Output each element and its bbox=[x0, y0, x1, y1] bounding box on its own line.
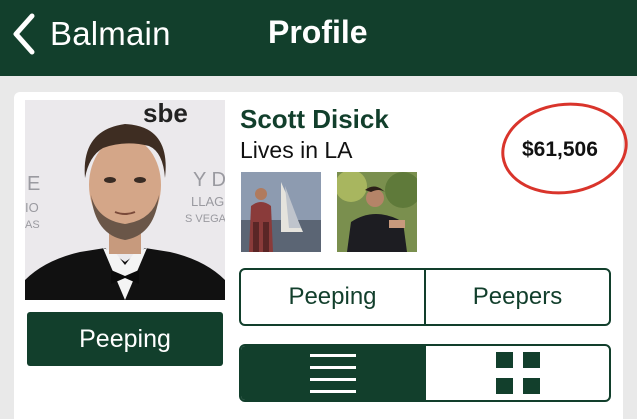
list-view-button[interactable] bbox=[241, 346, 424, 400]
back-button[interactable]: Balmain bbox=[10, 12, 171, 56]
profile-location: Lives in LA bbox=[240, 137, 353, 163]
photo-sign-text: sbe bbox=[143, 100, 188, 128]
gallery-thumbnail[interactable] bbox=[337, 172, 417, 252]
svg-text:E: E bbox=[27, 173, 40, 195]
svg-text:AS: AS bbox=[25, 219, 40, 231]
peeping-peepers-segmented-control: Peeping Peepers bbox=[239, 268, 611, 326]
list-icon bbox=[309, 354, 356, 393]
svg-text:LLAG: LLAG bbox=[191, 194, 224, 209]
svg-text:IO: IO bbox=[25, 200, 39, 215]
svg-text:Y D: Y D bbox=[193, 169, 225, 191]
back-button-label: Balmain bbox=[50, 15, 171, 52]
chevron-left-icon bbox=[13, 13, 35, 55]
gallery-thumbnail[interactable] bbox=[241, 172, 321, 252]
navigation-bar: Balmain Profile bbox=[0, 0, 637, 76]
grid-icon bbox=[495, 352, 540, 394]
grid-view-button[interactable] bbox=[424, 346, 609, 400]
tab-peepers[interactable]: Peepers bbox=[424, 270, 609, 324]
tab-peeping[interactable]: Peeping bbox=[241, 270, 424, 324]
page-title: Profile bbox=[268, 14, 368, 50]
svg-text:S VEGA: S VEGA bbox=[185, 213, 225, 225]
profile-photo: sbe E IO AS Y D LLAG S VEGA bbox=[25, 100, 225, 300]
peeping-follow-button[interactable]: Peeping bbox=[27, 312, 223, 366]
profile-name: Scott Disick bbox=[240, 104, 389, 134]
view-toggle bbox=[239, 344, 611, 402]
